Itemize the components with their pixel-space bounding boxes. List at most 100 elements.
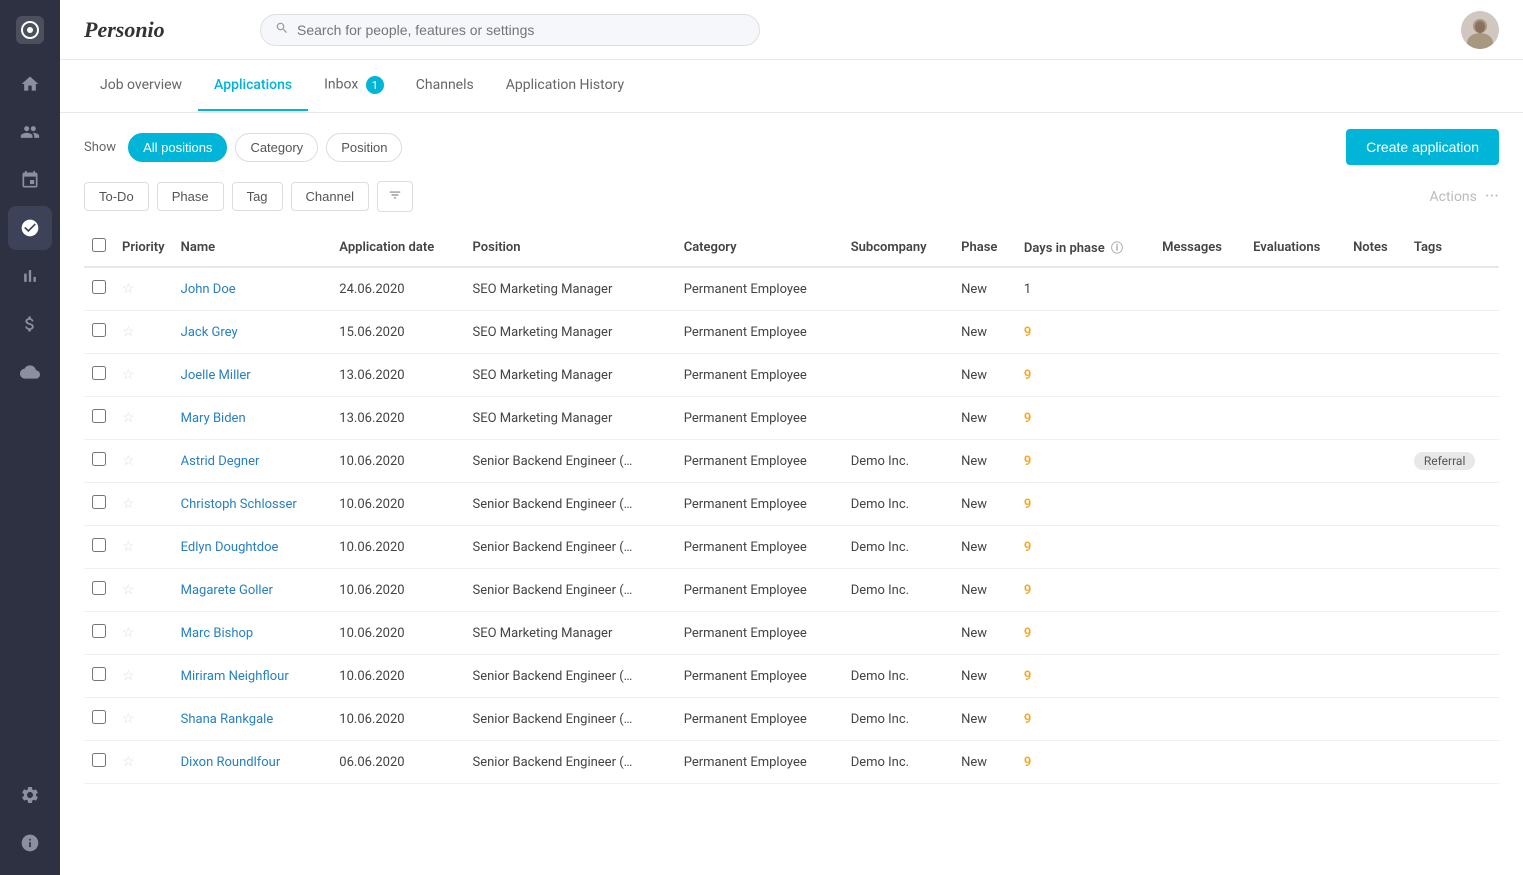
sidebar-item-analytics[interactable] bbox=[8, 254, 52, 298]
col-evaluations[interactable]: Evaluations bbox=[1245, 228, 1345, 267]
row-name[interactable]: Astrid Degner bbox=[173, 440, 332, 483]
col-position[interactable]: Position bbox=[465, 228, 676, 267]
row-star[interactable]: ☆ bbox=[114, 655, 173, 698]
create-application-button[interactable]: Create application bbox=[1346, 129, 1499, 165]
tab-application-history[interactable]: Application History bbox=[490, 61, 640, 111]
row-name[interactable]: John Doe bbox=[173, 267, 332, 311]
filter-todo-button[interactable]: To-Do bbox=[84, 182, 149, 211]
col-tags[interactable]: Tags bbox=[1406, 228, 1499, 267]
table-row: ☆ Edlyn Doughtdoe 10.06.2020 Senior Back… bbox=[84, 526, 1499, 569]
col-category[interactable]: Category bbox=[676, 228, 843, 267]
row-star[interactable]: ☆ bbox=[114, 311, 173, 354]
row-subcompany: Demo Inc. bbox=[843, 655, 953, 698]
row-name[interactable]: Jack Grey bbox=[173, 311, 332, 354]
star-icon[interactable]: ☆ bbox=[122, 625, 135, 641]
row-checkbox[interactable] bbox=[92, 581, 106, 595]
row-messages bbox=[1154, 526, 1245, 569]
filter-phase-button[interactable]: Phase bbox=[157, 182, 224, 211]
inbox-badge: 1 bbox=[366, 76, 384, 94]
col-name[interactable]: Name bbox=[173, 228, 332, 267]
sidebar-item-cloud[interactable] bbox=[8, 350, 52, 394]
row-checkbox[interactable] bbox=[92, 538, 106, 552]
sidebar-item-finance[interactable] bbox=[8, 302, 52, 346]
star-icon[interactable]: ☆ bbox=[122, 539, 135, 555]
star-icon[interactable]: ☆ bbox=[122, 711, 135, 727]
row-star[interactable]: ☆ bbox=[114, 354, 173, 397]
row-star[interactable]: ☆ bbox=[114, 397, 173, 440]
row-phase: New bbox=[953, 741, 1016, 784]
filter-tag-button[interactable]: Tag bbox=[232, 182, 283, 211]
row-name[interactable]: Dixon Roundlfour bbox=[173, 741, 332, 784]
row-name[interactable]: Miriram Neighflour bbox=[173, 655, 332, 698]
row-days: 9 bbox=[1016, 397, 1154, 440]
row-star[interactable]: ☆ bbox=[114, 569, 173, 612]
row-name[interactable]: Christoph Schlosser bbox=[173, 483, 332, 526]
row-evaluations bbox=[1245, 483, 1345, 526]
show-category-button[interactable]: Category bbox=[235, 133, 318, 162]
sidebar-item-people[interactable] bbox=[8, 110, 52, 154]
row-star[interactable]: ☆ bbox=[114, 698, 173, 741]
row-checkbox[interactable] bbox=[92, 753, 106, 767]
tab-inbox[interactable]: Inbox 1 bbox=[308, 60, 400, 112]
star-icon[interactable]: ☆ bbox=[122, 281, 135, 297]
table-body: ☆ John Doe 24.06.2020 SEO Marketing Mana… bbox=[84, 267, 1499, 784]
tab-job-overview[interactable]: Job overview bbox=[84, 61, 198, 111]
star-icon[interactable]: ☆ bbox=[122, 668, 135, 684]
row-checkbox[interactable] bbox=[92, 710, 106, 724]
row-date: 10.06.2020 bbox=[331, 569, 464, 612]
row-checkbox[interactable] bbox=[92, 452, 106, 466]
sidebar-item-info[interactable] bbox=[8, 821, 52, 865]
row-star[interactable]: ☆ bbox=[114, 741, 173, 784]
sidebar-item-calendar[interactable] bbox=[8, 158, 52, 202]
row-checkbox[interactable] bbox=[92, 366, 106, 380]
row-checkbox[interactable] bbox=[92, 409, 106, 423]
row-name[interactable]: Shana Rankgale bbox=[173, 698, 332, 741]
row-name[interactable]: Mary Biden bbox=[173, 397, 332, 440]
select-all-checkbox[interactable] bbox=[92, 238, 106, 252]
row-subcompany: Demo Inc. bbox=[843, 440, 953, 483]
star-icon[interactable]: ☆ bbox=[122, 754, 135, 770]
days-in-phase-info-icon[interactable]: ⓘ bbox=[1111, 241, 1123, 255]
col-subcompany[interactable]: Subcompany bbox=[843, 228, 953, 267]
sidebar-item-home[interactable] bbox=[8, 62, 52, 106]
filter-more-button[interactable] bbox=[377, 181, 413, 212]
star-icon[interactable]: ☆ bbox=[122, 582, 135, 598]
row-star[interactable]: ☆ bbox=[114, 483, 173, 526]
row-name[interactable]: Magarete Goller bbox=[173, 569, 332, 612]
star-icon[interactable]: ☆ bbox=[122, 367, 135, 383]
col-messages[interactable]: Messages bbox=[1154, 228, 1245, 267]
row-star[interactable]: ☆ bbox=[114, 526, 173, 569]
row-checkbox[interactable] bbox=[92, 280, 106, 294]
row-checkbox[interactable] bbox=[92, 667, 106, 681]
show-position-button[interactable]: Position bbox=[326, 133, 402, 162]
tab-channels[interactable]: Channels bbox=[400, 61, 490, 111]
star-icon[interactable]: ☆ bbox=[122, 410, 135, 426]
row-star[interactable]: ☆ bbox=[114, 267, 173, 311]
row-name[interactable]: Edlyn Doughtdoe bbox=[173, 526, 332, 569]
star-icon[interactable]: ☆ bbox=[122, 324, 135, 340]
filter-channel-button[interactable]: Channel bbox=[291, 182, 369, 211]
row-name[interactable]: Marc Bishop bbox=[173, 612, 332, 655]
row-name[interactable]: Joelle Miller bbox=[173, 354, 332, 397]
show-all-positions-button[interactable]: All positions bbox=[128, 133, 227, 162]
row-days: 9 bbox=[1016, 655, 1154, 698]
search-icon bbox=[275, 21, 289, 39]
row-checkbox[interactable] bbox=[92, 624, 106, 638]
star-icon[interactable]: ☆ bbox=[122, 453, 135, 469]
row-checkbox[interactable] bbox=[92, 323, 106, 337]
col-phase[interactable]: Phase bbox=[953, 228, 1016, 267]
search-bar[interactable] bbox=[260, 14, 760, 46]
star-icon[interactable]: ☆ bbox=[122, 496, 135, 512]
tab-applications[interactable]: Applications bbox=[198, 61, 308, 111]
col-notes[interactable]: Notes bbox=[1345, 228, 1406, 267]
actions-more-icon[interactable]: ··· bbox=[1485, 186, 1499, 207]
search-input[interactable] bbox=[297, 22, 745, 38]
sidebar-item-settings[interactable] bbox=[8, 773, 52, 817]
row-star[interactable]: ☆ bbox=[114, 612, 173, 655]
row-category: Permanent Employee bbox=[676, 655, 843, 698]
row-subcompany bbox=[843, 311, 953, 354]
row-checkbox[interactable] bbox=[92, 495, 106, 509]
row-star[interactable]: ☆ bbox=[114, 440, 173, 483]
sidebar-item-recruiting[interactable] bbox=[8, 206, 52, 250]
col-application-date[interactable]: Application date bbox=[331, 228, 464, 267]
